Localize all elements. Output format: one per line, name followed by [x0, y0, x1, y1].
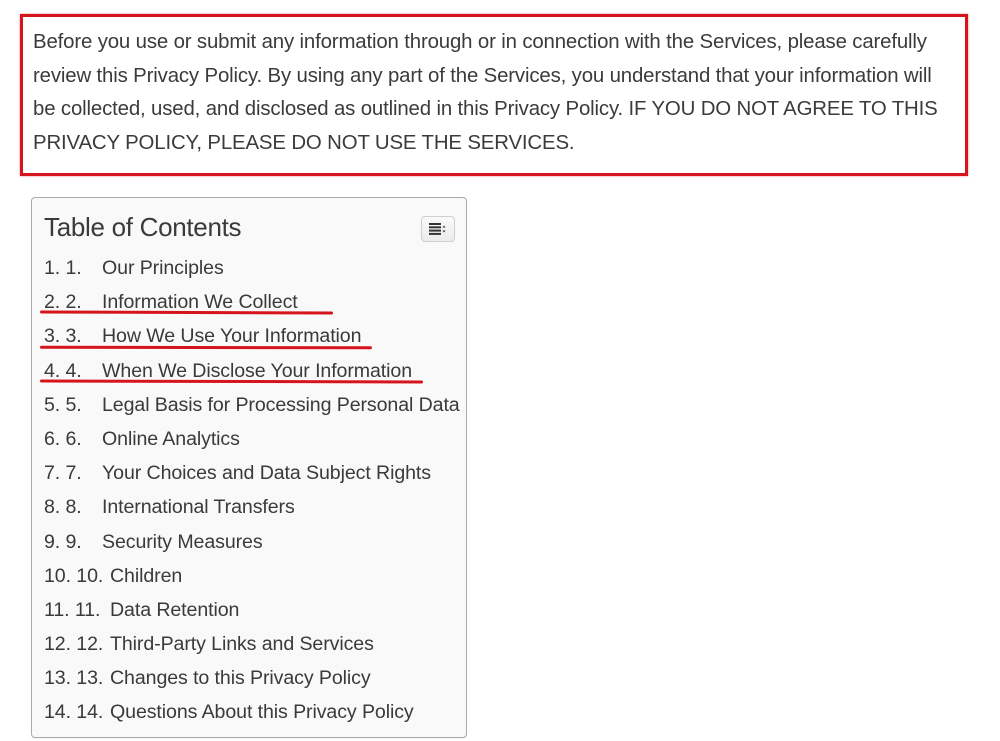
toc-item-number: 11. 11.: [44, 598, 101, 621]
toc-item-link[interactable]: Our Principles: [102, 257, 224, 279]
toc-item[interactable]: 10. 10. Children: [44, 559, 460, 593]
toc-item[interactable]: 6. 6. Online Analytics: [44, 422, 460, 456]
toc-item[interactable]: 11. 11. Data Retention: [44, 593, 460, 627]
toc-item-link[interactable]: Your Choices and Data Subject Rights: [102, 462, 431, 484]
toc-item[interactable]: 1. 1. Our Principles: [44, 251, 460, 285]
toc-toggle-button[interactable]: [421, 216, 455, 242]
toc-item-link[interactable]: Questions About this Privacy Policy: [110, 701, 414, 723]
privacy-notice-box: Before you use or submit any information…: [20, 14, 968, 176]
toc-title: Table of Contents: [44, 212, 242, 242]
toc-item-link[interactable]: International Transfers: [102, 496, 295, 518]
toc-item-number: 12. 12.: [44, 633, 104, 656]
toc-item[interactable]: 7. 7. Your Choices and Data Subject Right…: [44, 456, 460, 490]
toc-item-number: 6. 6.: [44, 427, 82, 450]
toc-list: 1. 1. Our Principles 2. 2. Information We …: [44, 251, 460, 730]
toc-item[interactable]: 9. 9. Security Measures: [44, 525, 460, 559]
toc-item-link[interactable]: Third-Party Links and Services: [110, 633, 374, 655]
toc-item-number: 1. 1.: [44, 257, 82, 279]
toc-item-link[interactable]: Online Analytics: [102, 428, 240, 450]
toc-item-link[interactable]: When We Disclose Your Information: [102, 360, 412, 382]
toc-item-link[interactable]: Changes to this Privacy Policy: [110, 667, 371, 689]
toc-item[interactable]: 14. 14. Questions About this Privacy Poli…: [44, 695, 460, 729]
toc-item-number: 7. 7.: [44, 462, 82, 485]
toc-item[interactable]: 2. 2. Information We Collect: [44, 285, 460, 319]
toc-item-number: 13. 13.: [44, 667, 104, 690]
list-toggle-icon: [429, 223, 446, 235]
toc-item-number: 10. 10.: [44, 564, 104, 587]
toc-item[interactable]: 5. 5. Legal Basis for Processing Personal…: [44, 388, 460, 422]
toc-item-link[interactable]: Children: [110, 565, 182, 587]
toc-item[interactable]: 12. 12. Third-Party Links and Services: [44, 627, 460, 661]
privacy-notice-text: Before you use or submit any information…: [33, 31, 938, 155]
toc-item-number: 8. 8.: [44, 496, 82, 519]
toc-item[interactable]: 13. 13. Changes to this Privacy Policy: [44, 661, 460, 695]
toc-item[interactable]: 8. 8. International Transfers: [44, 490, 460, 524]
toc-item-link[interactable]: Data Retention: [110, 599, 239, 621]
toc-item-link[interactable]: How We Use Your Information: [102, 325, 362, 347]
toc-item-link[interactable]: Legal Basis for Processing Personal Data: [102, 394, 460, 416]
toc-item-number: 5. 5.: [44, 393, 82, 416]
toc-item-number: 9. 9.: [44, 530, 82, 553]
toc-item-link[interactable]: Security Measures: [102, 531, 263, 553]
table-of-contents: Table of Contents 1. 1. Our Principles 2.…: [31, 197, 467, 738]
highlight-underline-item-3: [39, 345, 373, 350]
toc-item-number: 14. 14.: [44, 701, 104, 724]
toc-item-number: 2. 2.: [44, 291, 82, 314]
